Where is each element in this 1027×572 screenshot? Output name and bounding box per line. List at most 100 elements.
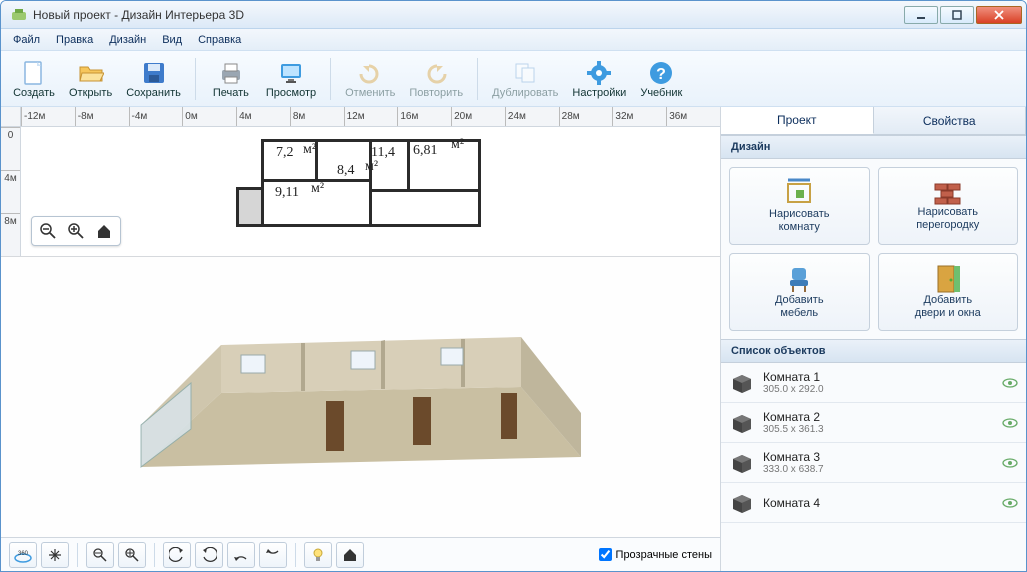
tab-properties[interactable]: Свойства [874,107,1027,134]
tilt-down-button[interactable] [259,542,287,568]
draw-partition-button[interactable]: Нарисовать перегородку [878,167,1019,245]
ruler-tick: 8м [290,107,344,126]
menu-view[interactable]: Вид [154,31,190,49]
object-dimensions: 305.0 x 292.0 [763,384,994,395]
visibility-eye-icon[interactable] [1002,497,1018,509]
home-2d[interactable] [90,219,118,243]
section-design-header: Дизайн [721,135,1026,159]
save-button[interactable]: Сохранить [120,53,187,105]
print-label: Печать [213,87,249,99]
room-area-label: 11,4 [371,145,395,161]
view-3d[interactable] [1,257,720,537]
home-3d-button[interactable] [336,542,364,568]
preview-button[interactable]: Просмотр [260,53,322,105]
light-button[interactable] [304,542,332,568]
draw-room-label: Нарисовать комнату [769,208,829,234]
transparent-walls-checkbox[interactable]: Прозрачные стены [599,548,712,561]
bottombar-separator [154,543,155,567]
close-button[interactable] [976,6,1022,24]
add-doors-label: Добавить двери и окна [915,294,981,320]
ruler-tick: 0м [182,107,236,126]
design-grid: Нарисовать комнату Нарисовать перегородк… [721,159,1026,339]
ruler-tick: 36м [666,107,720,126]
tilt-up-button[interactable] [227,542,255,568]
menu-file[interactable]: Файл [5,31,48,49]
visibility-eye-icon[interactable] [1002,417,1018,429]
sidebar-tabs: Проект Свойства [721,107,1026,135]
create-button[interactable]: Создать [7,53,61,105]
ruler-tick: 12м [344,107,398,126]
settings-label: Настройки [572,87,626,99]
room-area-label: м² [451,137,464,153]
menu-design[interactable]: Дизайн [101,31,154,49]
orbit-left-button[interactable] [163,542,191,568]
ruler-tick: 4м [1,170,20,213]
zoom-in-2d[interactable] [62,219,90,243]
undo-icon [357,59,383,87]
list-item[interactable]: Комната 4 [721,483,1026,523]
room-area-label: 8,4 [337,163,355,179]
menu-help[interactable]: Справка [190,31,249,49]
list-item[interactable]: Комната 1 305.0 x 292.0 [721,363,1026,403]
room-area-label: м² [303,142,316,158]
help-icon: ? [649,59,673,87]
zoom-controls-2d [31,216,121,246]
save-label: Сохранить [126,87,181,99]
toolbar-separator [477,58,478,100]
cube-icon [729,412,755,434]
pan-button[interactable] [41,542,69,568]
zoom-out-2d[interactable] [34,219,62,243]
ruler-tick: 20м [451,107,505,126]
rendering-3d [101,297,621,497]
maximize-button[interactable] [940,6,974,24]
object-dimensions: 333.0 x 638.7 [763,464,994,475]
print-button[interactable]: Печать [204,53,258,105]
zoom-in-3d[interactable] [118,542,146,568]
object-dimensions: 305.5 x 361.3 [763,424,994,435]
draw-room-icon [784,178,814,208]
ruler-tick: 4м [236,107,290,126]
ruler-tick: 28м [559,107,613,126]
menu-edit[interactable]: Правка [48,31,101,49]
tab-project[interactable]: Проект [721,107,874,134]
transparent-walls-input[interactable] [599,548,612,561]
new-file-icon [22,59,46,87]
ruler-horizontal: -12м-8м-4м0м4м8м12м16м20м24м28м32м36м [21,107,720,127]
object-name: Комната 4 [763,496,994,510]
cube-icon [729,452,755,474]
open-button[interactable]: Открыть [63,53,118,105]
undo-label: Отменить [345,87,395,99]
create-label: Создать [13,87,55,99]
bottombar-separator [77,543,78,567]
view-2d[interactable]: 04м8м 7,2м²8,4м²11,46,81м²9,11м² [1,127,720,257]
duplicate-label: Дублировать [492,87,558,99]
visibility-eye-icon[interactable] [1002,457,1018,469]
minimize-button[interactable] [904,6,938,24]
object-name: Комната 3 [763,450,994,464]
list-item[interactable]: Комната 3 333.0 x 638.7 [721,443,1026,483]
redo-button[interactable]: Повторить [403,53,469,105]
menubar: Файл Правка Дизайн Вид Справка [1,29,1026,51]
draw-room-button[interactable]: Нарисовать комнату [729,167,870,245]
open-folder-icon [78,59,104,87]
add-doors-windows-button[interactable]: Добавить двери и окна [878,253,1019,331]
preview-label: Просмотр [266,87,316,99]
zoom-out-3d[interactable] [86,542,114,568]
rotate-360-button[interactable]: 360 [9,542,37,568]
undo-button[interactable]: Отменить [339,53,401,105]
plan-2d-canvas[interactable]: 7,2м²8,4м²11,46,81м²9,11м² [21,127,720,256]
room-area-label: м² [365,159,378,175]
section-objects-header: Список объектов [721,339,1026,363]
ruler-corner [1,107,21,127]
toolbar-separator [195,58,196,100]
duplicate-button[interactable]: Дублировать [486,53,564,105]
ruler-tick: 8м [1,213,20,256]
add-furniture-button[interactable]: Добавить мебель [729,253,870,331]
app-icon [11,7,27,23]
tutorial-button[interactable]: ? Учебник [634,53,688,105]
room-area-label: м² [311,181,324,197]
list-item[interactable]: Комната 2 305.5 x 361.3 [721,403,1026,443]
orbit-right-button[interactable] [195,542,223,568]
settings-button[interactable]: Настройки [566,53,632,105]
visibility-eye-icon[interactable] [1002,377,1018,389]
